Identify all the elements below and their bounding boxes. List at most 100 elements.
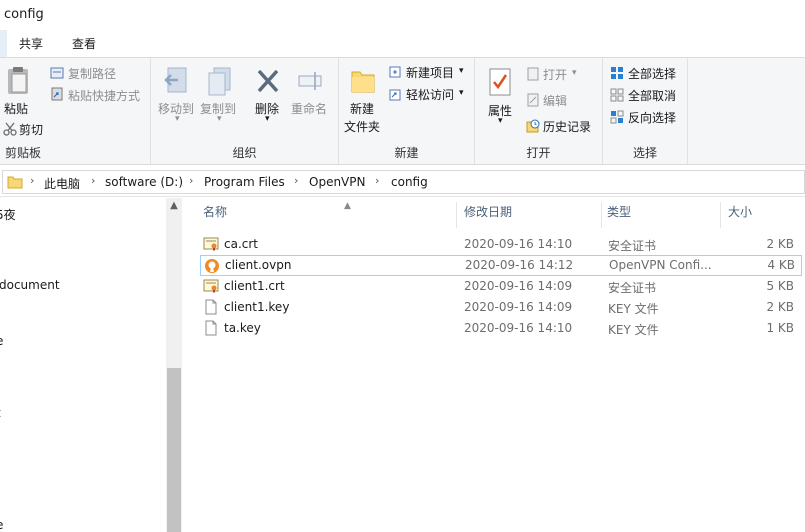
open-button[interactable]: 打开: [543, 66, 567, 83]
certificate-icon: [203, 279, 219, 293]
file-modified: 2020-09-16 14:09: [464, 300, 573, 314]
new-folder-button[interactable]: 新建: [350, 100, 374, 117]
paste-shortcut-button[interactable]: 粘贴快捷方式: [68, 87, 140, 104]
crumb-drive[interactable]: software (D:): [105, 175, 183, 189]
title-bar: config: [0, 0, 805, 30]
nav-item[interactable]: document: [0, 278, 60, 292]
group-label-new: 新建: [394, 146, 419, 160]
nav-item[interactable]: e: [0, 518, 3, 532]
select-all-icon: [611, 67, 623, 79]
file-modified: 2020-09-16 14:10: [464, 237, 573, 251]
group-open: 属性 ▾ 打开 ▾ 编辑 历史记录 打开: [475, 58, 603, 165]
column-header-modified[interactable]: 修改日期: [464, 203, 512, 231]
select-none-icon: [610, 88, 624, 102]
scroll-up-icon[interactable]: ▲: [166, 200, 182, 216]
invert-selection-button[interactable]: 反向选择: [628, 109, 676, 126]
column-label: 大小: [728, 205, 753, 219]
scrollbar-thumb[interactable]: [167, 368, 181, 532]
tab-view[interactable]: 查看: [72, 35, 96, 52]
chevron-down-icon: ▾: [498, 116, 503, 126]
easy-access-icon: [389, 89, 401, 101]
file-size: 2 KB: [766, 300, 794, 314]
history-button[interactable]: 历史记录: [543, 118, 591, 135]
select-all-button[interactable]: 全部选择: [628, 65, 676, 82]
invert-selection-icon: [610, 110, 624, 124]
navigation-pane: 5夜 document e t e: [0, 198, 183, 532]
copy-path-button[interactable]: 复制路径: [68, 65, 116, 82]
chevron-right-icon: ›: [30, 174, 35, 187]
nav-item[interactable]: 5夜: [0, 206, 16, 223]
file-size: 4 KB: [767, 258, 795, 272]
crumb-config[interactable]: config: [391, 175, 428, 189]
move-to-icon: [164, 67, 187, 93]
file-modified: 2020-09-16 14:09: [464, 279, 573, 293]
copy-to-icon: [208, 67, 231, 96]
group-select: 全部选择 全部取消 反向选择 选择: [603, 58, 688, 165]
file-name: client1.crt: [224, 279, 285, 293]
sort-up-icon: ▲: [344, 201, 351, 211]
select-none-button[interactable]: 全部取消: [628, 87, 676, 104]
new-item-button[interactable]: 新建项目: [406, 64, 454, 81]
easy-access-button[interactable]: 轻松访问: [406, 86, 454, 103]
column-header-size[interactable]: 大小: [728, 203, 752, 231]
column-divider[interactable]: [456, 202, 457, 228]
column-divider[interactable]: [720, 202, 721, 228]
group-label-open: 打开: [526, 146, 551, 160]
file-list: 名称 ▲ 修改日期 类型 大小 ca.crt 2020-09-16 14:10 …: [183, 198, 805, 532]
column-header-name[interactable]: 名称 ▲: [203, 201, 351, 231]
table-row[interactable]: client1.crt 2020-09-16 14:09 安全证书 5 KB: [200, 276, 802, 297]
column-divider[interactable]: [601, 202, 602, 228]
certificate-icon: [203, 237, 219, 251]
file-name: ca.crt: [224, 237, 259, 251]
new-item-icon: [389, 66, 401, 78]
folder-icon: [7, 176, 23, 189]
file-size: 1 KB: [766, 321, 794, 335]
new-folder-icon: [351, 71, 375, 93]
properties-icon: [489, 68, 511, 96]
tab-file[interactable]: [0, 30, 7, 57]
paste-shortcut-icon: [51, 87, 63, 101]
column-header-type[interactable]: 类型: [607, 203, 631, 231]
cut-button[interactable]: 剪切: [19, 121, 43, 138]
file-name: ta.key: [224, 321, 261, 335]
group-clipboard: 粘贴 剪切 复制路径 粘贴快捷方式 剪贴板: [0, 58, 151, 165]
group-label-select: 选择: [632, 146, 657, 160]
nav-item[interactable]: t: [0, 406, 1, 420]
rename-icon: [298, 72, 322, 90]
chevron-down-icon: ▾: [265, 114, 270, 124]
ribbon: 粘贴 剪切 复制路径 粘贴快捷方式 剪贴板 移动到 ▾ 复制到 ▾ 删除 ▾ 重…: [0, 57, 805, 165]
table-row[interactable]: client1.key 2020-09-16 14:09 KEY 文件 2 KB: [200, 297, 802, 318]
ribbon-tab-bar: 共享 查看: [0, 30, 805, 57]
address-bar: › 此电脑 › software (D:) › Program Files › …: [0, 166, 805, 197]
edit-icon: [527, 93, 539, 107]
group-organize: 移动到 ▾ 复制到 ▾ 删除 ▾ 重命名 组织: [151, 58, 339, 165]
table-row[interactable]: ta.key 2020-09-16 14:10 KEY 文件 1 KB: [200, 318, 802, 339]
file-type: 安全证书: [608, 281, 657, 295]
column-label: 类型: [607, 205, 632, 219]
tab-share[interactable]: 共享: [19, 35, 43, 52]
rename-button[interactable]: 重命名: [291, 100, 327, 117]
paste-button[interactable]: 粘贴: [4, 100, 28, 117]
file-type: 安全证书: [608, 239, 657, 253]
file-icon: [205, 299, 217, 315]
file-modified: 2020-09-16 14:10: [464, 321, 573, 335]
table-row[interactable]: client.ovpn 2020-09-16 14:12 OpenVPN Con…: [200, 255, 802, 276]
file-size: 2 KB: [766, 237, 794, 251]
crumb-program-files[interactable]: Program Files: [204, 175, 285, 189]
open-icon: [527, 67, 539, 81]
edit-button[interactable]: 编辑: [543, 92, 567, 109]
column-label: 修改日期: [464, 205, 513, 219]
crumb-openvpn[interactable]: OpenVPN: [309, 175, 365, 189]
chevron-down-icon: ▾: [459, 66, 464, 76]
nav-item[interactable]: e: [0, 334, 3, 348]
file-modified: 2020-09-16 14:12: [465, 258, 574, 272]
copy-path-icon: [50, 67, 64, 79]
openvpn-icon: [205, 259, 219, 273]
breadcrumb[interactable]: › 此电脑 › software (D:) › Program Files › …: [2, 170, 805, 194]
crumb-this-pc[interactable]: 此电脑: [44, 175, 80, 192]
chevron-down-icon: ▾: [572, 68, 577, 78]
chevron-down-icon: ▾: [175, 114, 180, 124]
chevron-right-icon: ›: [375, 174, 380, 187]
table-row[interactable]: ca.crt 2020-09-16 14:10 安全证书 2 KB: [200, 234, 802, 255]
history-icon: [526, 119, 540, 133]
